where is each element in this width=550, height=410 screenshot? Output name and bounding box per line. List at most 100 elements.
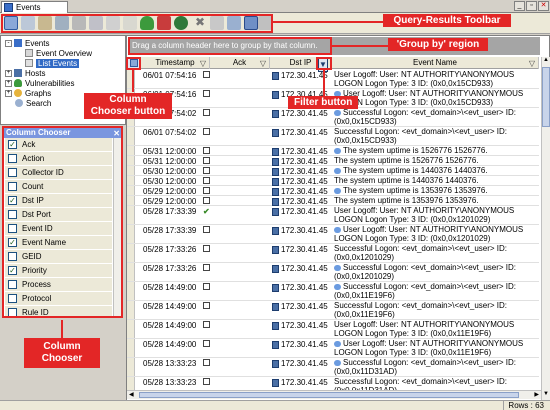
ack-checkbox[interactable] xyxy=(203,128,210,135)
ack-checkbox[interactable] xyxy=(203,378,210,385)
ack-checkbox[interactable] xyxy=(203,264,210,271)
scroll-thumb-horizontal[interactable] xyxy=(139,392,519,398)
table-row[interactable]: 05/29 12:00:00 172.30.41.45 The system upt… xyxy=(127,196,539,206)
tree-item-list-events[interactable]: List Events xyxy=(25,58,80,68)
row-selector[interactable] xyxy=(127,225,135,243)
filter-icon[interactable]: ▽ xyxy=(200,58,206,70)
ack-box[interactable] xyxy=(203,187,210,194)
column-header-ack[interactable]: Ack ▽ xyxy=(210,57,270,69)
ack-box[interactable] xyxy=(203,264,210,271)
ack-checkbox[interactable] xyxy=(203,197,210,204)
expand-icon[interactable]: + xyxy=(5,79,12,87)
ack-checkbox[interactable] xyxy=(203,283,210,290)
table-row[interactable]: 05/28 13:33:23 172.30.41.45 Successful Log… xyxy=(127,358,539,377)
restore-button[interactable]: ▫ xyxy=(526,1,537,11)
minimize-button[interactable]: _ xyxy=(514,1,525,11)
table-row[interactable]: 05/31 12:00:00 172.30.41.45 The system upt… xyxy=(127,156,539,166)
row-selector[interactable] xyxy=(127,206,135,224)
acknowledged-icon[interactable]: ✔ xyxy=(203,207,210,216)
tree-item-events[interactable]: - Events xyxy=(5,38,49,48)
scroll-thumb[interactable] xyxy=(542,67,550,127)
column-header-timestamp[interactable]: Timestamp ▽ xyxy=(141,57,210,69)
row-selector[interactable] xyxy=(127,339,135,357)
table-row[interactable]: 05/28 14:49:00 172.30.41.45 User Logoff: U… xyxy=(127,339,539,358)
ack-checkbox[interactable] xyxy=(203,90,210,97)
tree-item-graphs[interactable]: + Graphs xyxy=(5,88,51,98)
ack-checkbox[interactable] xyxy=(203,187,210,194)
close-button[interactable]: ✕ xyxy=(538,1,549,11)
ack-box[interactable] xyxy=(203,197,210,204)
tree-item-vulnerabilities[interactable]: + Vulnerabilities xyxy=(5,78,75,88)
ack-box[interactable] xyxy=(203,167,210,174)
ack-checkbox[interactable] xyxy=(203,359,210,366)
ack-checkbox[interactable] xyxy=(203,147,210,154)
row-selector[interactable] xyxy=(127,301,135,319)
table-row[interactable]: 05/28 14:49:00 172.30.41.45 User Logoff: U… xyxy=(127,320,539,339)
row-selector[interactable] xyxy=(127,244,135,262)
ack-box[interactable] xyxy=(203,245,210,252)
ack-checkbox[interactable] xyxy=(203,245,210,252)
collapse-icon[interactable]: - xyxy=(5,39,12,47)
table-row[interactable]: 05/28 17:33:39 172.30.41.45 User Logoff: U… xyxy=(127,225,539,244)
ack-box[interactable] xyxy=(203,359,210,366)
column-header-event-name[interactable]: Event Name ▽ xyxy=(332,57,539,69)
scroll-left-icon[interactable]: ◀ xyxy=(129,391,134,398)
ack-box[interactable] xyxy=(203,321,210,328)
table-row[interactable]: 05/28 14:49:00 172.30.41.45 Successful Log… xyxy=(127,301,539,320)
ack-checkbox[interactable] xyxy=(203,109,210,116)
ack-box[interactable] xyxy=(203,71,210,78)
grid-horizontal-scrollbar[interactable]: ◀ ▶ xyxy=(127,390,541,399)
table-row[interactable]: 05/28 14:49:00 172.30.41.45 Successful Log… xyxy=(127,282,539,301)
ack-checkbox[interactable] xyxy=(203,226,210,233)
filter-icon[interactable]: ▽ xyxy=(529,58,535,70)
row-selector[interactable] xyxy=(127,146,135,155)
ack-box[interactable] xyxy=(203,177,210,184)
row-selector[interactable] xyxy=(127,263,135,281)
filter-icon[interactable]: ▽ xyxy=(260,58,266,70)
ack-checkbox[interactable] xyxy=(203,157,210,164)
table-row[interactable]: 05/28 17:33:26 172.30.41.45 Successful Log… xyxy=(127,263,539,282)
tab-events[interactable]: Events xyxy=(1,1,68,13)
table-row[interactable]: 06/01 07:54:02172.30.41.45Successful Log… xyxy=(127,127,539,146)
ack-box[interactable] xyxy=(203,226,210,233)
ack-box[interactable] xyxy=(203,157,210,164)
ack-box[interactable] xyxy=(203,90,210,97)
ack-checkbox[interactable] xyxy=(203,321,210,328)
ack-box[interactable] xyxy=(203,128,210,135)
ack-box[interactable] xyxy=(203,147,210,154)
grid-vertical-scrollbar[interactable]: ▲ ▼ xyxy=(541,57,550,400)
tree-item-event-overview[interactable]: Event Overview xyxy=(25,48,92,58)
table-row[interactable]: 06/01 07:54:16 172.30.41.45 User Logoff: U… xyxy=(127,70,539,89)
ack-checkbox[interactable] xyxy=(203,167,210,174)
table-row[interactable]: 06/01 07:54:02172.30.41.45Successful Log… xyxy=(127,108,539,127)
tree-item-hosts[interactable]: + Hosts xyxy=(5,68,45,78)
ack-box[interactable] xyxy=(203,283,210,290)
ack-box[interactable] xyxy=(203,378,210,385)
table-row[interactable]: 05/28 17:33:39 ✔ 172.30.41.45 User Logoff: … xyxy=(127,206,539,225)
tree-item-search[interactable]: Search xyxy=(15,98,51,108)
row-selector[interactable] xyxy=(127,282,135,300)
expand-icon[interactable]: + xyxy=(5,69,12,77)
scroll-up-icon[interactable]: ▲ xyxy=(542,57,550,65)
scroll-right-icon[interactable]: ▶ xyxy=(534,391,539,398)
table-row[interactable]: 05/31 12:00:00 172.30.41.45 The system upt… xyxy=(127,146,539,156)
row-selector[interactable] xyxy=(127,156,135,165)
ack-checkbox[interactable] xyxy=(203,71,210,78)
row-selector[interactable] xyxy=(127,127,135,145)
expand-icon[interactable]: + xyxy=(5,89,12,97)
row-selector[interactable] xyxy=(127,196,135,205)
table-row[interactable]: 05/28 17:33:26 172.30.41.45 Successful Log… xyxy=(127,244,539,263)
ack-box[interactable] xyxy=(203,302,210,309)
row-selector[interactable] xyxy=(127,166,135,175)
table-row[interactable]: 05/30 12:00:00 172.30.41.45 The system upt… xyxy=(127,176,539,186)
table-row[interactable]: 05/29 12:00:00 172.30.41.45 The system upt… xyxy=(127,186,539,196)
row-selector[interactable] xyxy=(127,320,135,338)
scroll-down-icon[interactable]: ▼ xyxy=(542,391,550,399)
ack-checkbox[interactable] xyxy=(203,177,210,184)
row-selector[interactable] xyxy=(127,176,135,185)
ack-checkbox[interactable] xyxy=(203,340,210,347)
ack-checkbox[interactable] xyxy=(203,302,210,309)
table-row[interactable]: 05/30 12:00:00 172.30.41.45 The system upt… xyxy=(127,166,539,176)
row-selector[interactable] xyxy=(127,358,135,376)
ack-box[interactable] xyxy=(203,340,210,347)
